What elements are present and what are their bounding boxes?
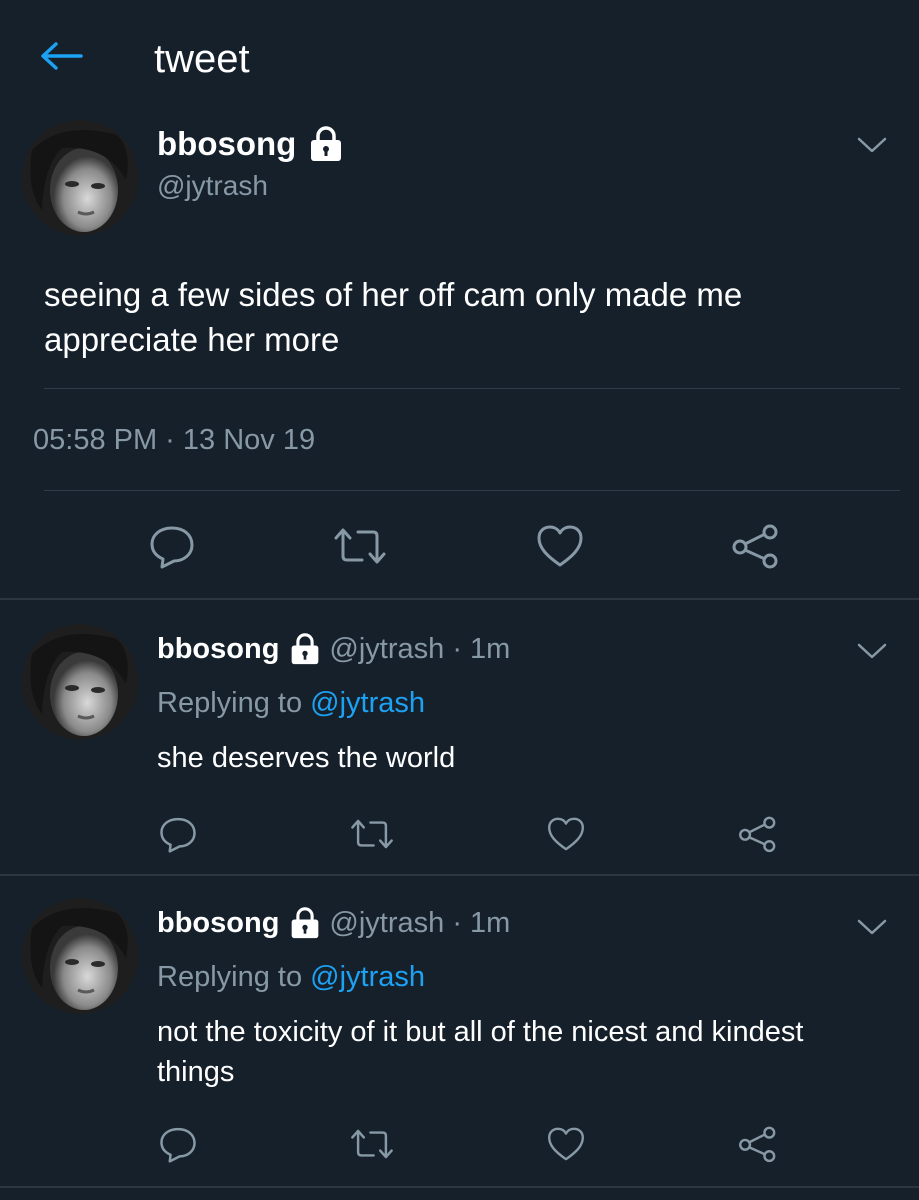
divider bbox=[0, 874, 919, 876]
share-button[interactable] bbox=[728, 520, 784, 572]
retweet-button[interactable] bbox=[330, 520, 390, 572]
lock-icon bbox=[308, 126, 344, 162]
chevron-down-icon bbox=[857, 919, 887, 935]
back-button[interactable] bbox=[36, 34, 86, 78]
reply-icon bbox=[150, 526, 194, 569]
like-button[interactable] bbox=[542, 1120, 590, 1168]
share-button[interactable] bbox=[734, 810, 782, 858]
top-bar: tweet bbox=[0, 0, 919, 110]
retweet-button[interactable] bbox=[346, 810, 398, 858]
share-button[interactable] bbox=[734, 1120, 782, 1168]
reply-text: she deserves the world bbox=[157, 742, 456, 774]
chevron-down-icon bbox=[857, 137, 887, 153]
like-button[interactable] bbox=[532, 520, 588, 572]
avatar[interactable] bbox=[22, 898, 138, 1014]
replying-to-line: Replying to @jytrash bbox=[157, 684, 425, 722]
author-display-name: bbosong bbox=[157, 125, 297, 162]
avatar-photo bbox=[22, 624, 138, 740]
avatar-photo bbox=[22, 120, 138, 236]
replying-to-label: Replying to bbox=[157, 687, 303, 719]
tweet-options-button[interactable] bbox=[852, 912, 892, 942]
share-icon bbox=[732, 524, 778, 569]
tweet-timestamp: 05:58 PM · 13 Nov 19 bbox=[33, 424, 316, 456]
avatar[interactable] bbox=[22, 624, 138, 740]
reply-icon bbox=[160, 817, 196, 853]
chevron-down-icon bbox=[857, 643, 887, 659]
retweet-icon bbox=[351, 1129, 393, 1159]
tweet-detail-screen: tweet bbosong @jytrash seeing a few side… bbox=[0, 0, 919, 1200]
reply-button[interactable] bbox=[154, 810, 202, 858]
reply-handle-time: @jytrash · 1m bbox=[329, 633, 511, 665]
mention-link[interactable]: @jytrash bbox=[310, 961, 425, 993]
author-display-name: bbosong bbox=[157, 633, 280, 665]
retweet-button[interactable] bbox=[346, 1120, 398, 1168]
reply-author-row[interactable]: bbosong @jytrash · 1m bbox=[157, 630, 510, 668]
retweet-icon bbox=[334, 528, 386, 564]
lock-icon bbox=[289, 633, 321, 665]
like-button[interactable] bbox=[542, 810, 590, 858]
avatar[interactable] bbox=[22, 120, 138, 236]
share-icon bbox=[739, 816, 776, 853]
page-title: tweet bbox=[154, 37, 250, 81]
reply-handle-time: @jytrash · 1m bbox=[329, 907, 511, 939]
reply-icon bbox=[160, 1127, 196, 1163]
divider bbox=[0, 598, 919, 600]
reply-button[interactable] bbox=[144, 520, 200, 572]
lock-icon bbox=[289, 907, 321, 939]
tweet-text: seeing a few sides of her off cam only m… bbox=[44, 276, 743, 358]
share-icon bbox=[739, 1126, 776, 1163]
author-display-name: bbosong bbox=[157, 907, 280, 939]
reply-author-row[interactable]: bbosong @jytrash · 1m bbox=[157, 904, 510, 942]
like-icon bbox=[537, 525, 583, 567]
divider bbox=[44, 490, 900, 491]
reply-text: not the toxicity of it but all of the ni… bbox=[157, 1016, 804, 1088]
replying-to-line: Replying to @jytrash bbox=[157, 958, 425, 996]
author-handle[interactable]: @jytrash bbox=[157, 168, 268, 204]
tweet-options-button[interactable] bbox=[852, 130, 892, 160]
divider bbox=[0, 1186, 919, 1188]
reply-button[interactable] bbox=[154, 1120, 202, 1168]
divider bbox=[44, 388, 900, 389]
avatar-photo bbox=[22, 898, 138, 1014]
like-icon bbox=[548, 817, 584, 851]
arrow-left-icon bbox=[41, 42, 83, 70]
retweet-icon bbox=[351, 819, 393, 849]
mention-link[interactable]: @jytrash bbox=[310, 687, 425, 719]
replying-to-label: Replying to bbox=[157, 961, 303, 993]
tweet-options-button[interactable] bbox=[852, 636, 892, 666]
author-name-row[interactable]: bbosong bbox=[157, 124, 344, 164]
like-icon bbox=[548, 1127, 584, 1161]
